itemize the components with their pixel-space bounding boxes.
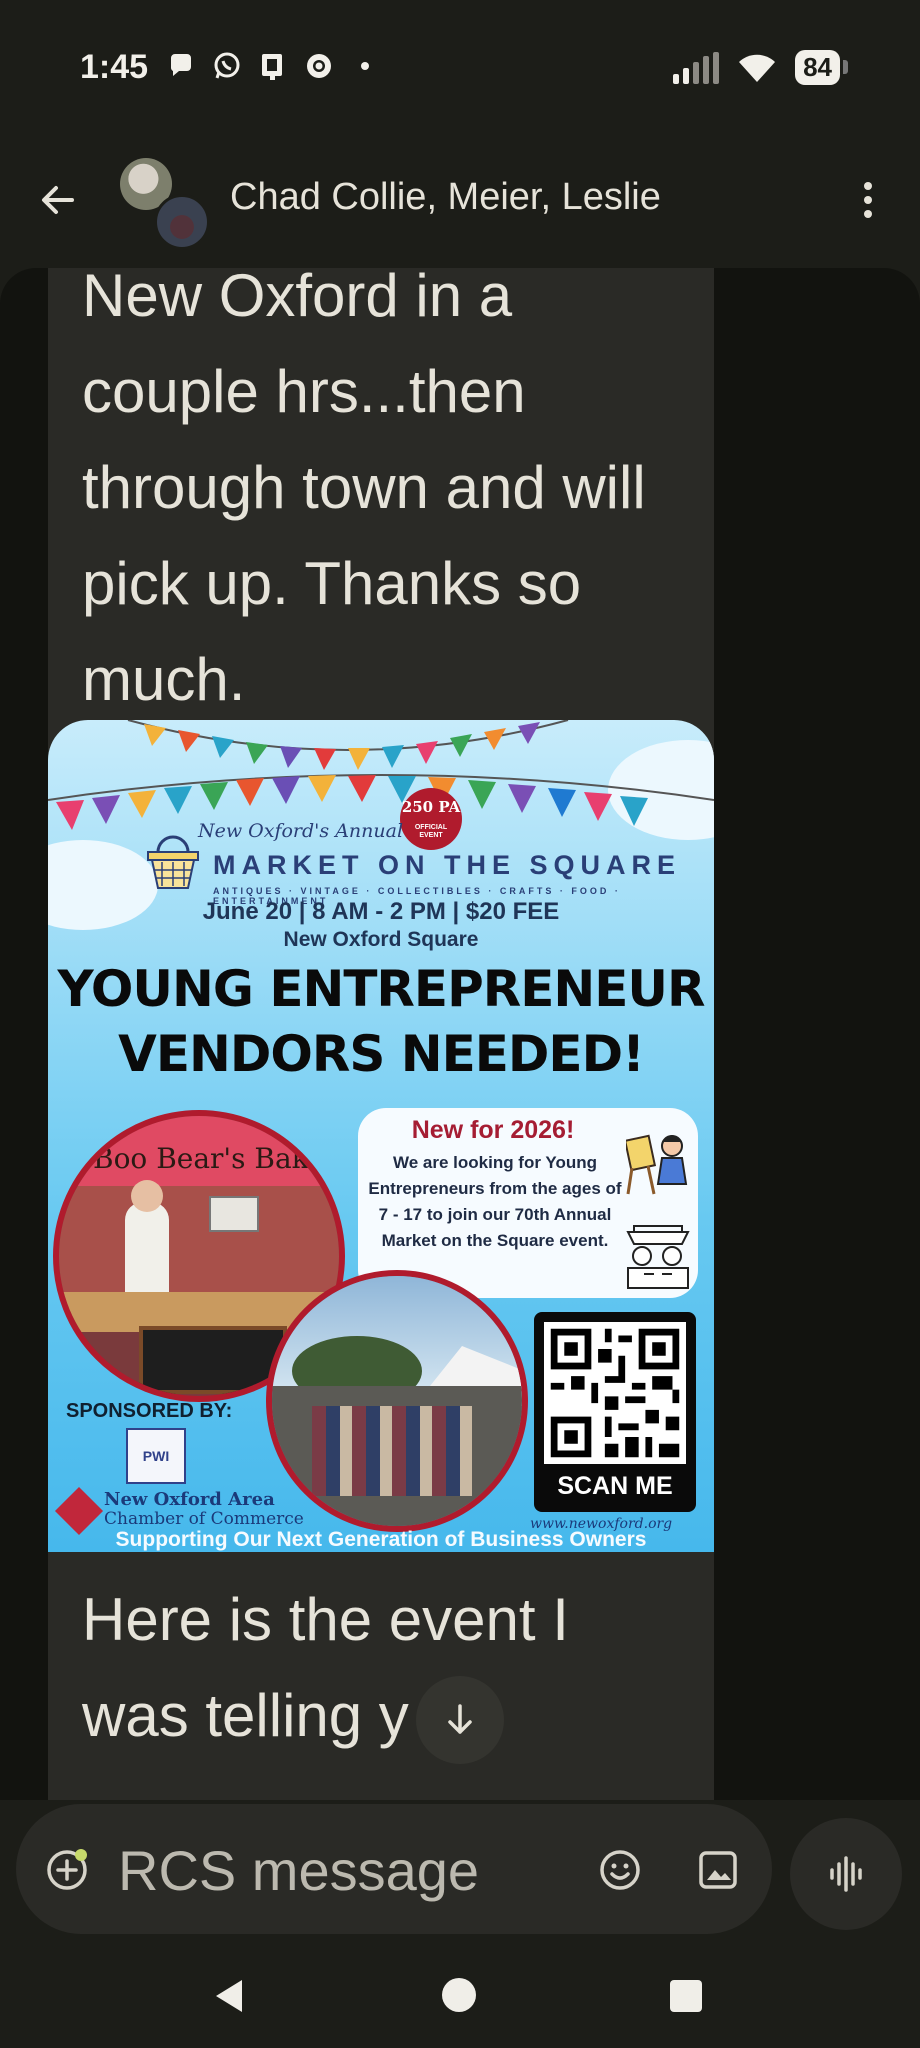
sponsored-by-label: SPONSORED BY: bbox=[66, 1400, 233, 1422]
nav-recents-icon[interactable] bbox=[670, 1980, 702, 2012]
flyer-annual-text: New Oxford's Annual bbox=[198, 820, 404, 842]
badge-subtext: OFFICIAL EVENT bbox=[414, 824, 448, 839]
chamber-name: New Oxford Area Chamber of Commerce bbox=[104, 1490, 304, 1529]
more-vert-icon bbox=[864, 182, 872, 218]
image-icon bbox=[699, 1851, 737, 1889]
flyer-headline: YOUNG ENTREPRENEUR bbox=[57, 960, 706, 1018]
flyer-market-title: MARKET ON THE SQUARE bbox=[213, 850, 682, 880]
new-for-2026-box: New for 2026! We are looking for Young E… bbox=[358, 1108, 698, 1298]
chamber-line-2: Chamber of Commerce bbox=[104, 1509, 304, 1529]
conversation-header: Chad Collie, Meier, Leslie bbox=[0, 130, 920, 270]
painter-kid-icon bbox=[626, 1134, 688, 1195]
flyer-location: New Oxford Square bbox=[283, 928, 479, 951]
conversation-title[interactable]: Chad Collie, Meier, Leslie bbox=[230, 176, 661, 219]
signal-icon bbox=[673, 51, 720, 84]
new-body: We are looking for Young Entrepreneurs f… bbox=[368, 1153, 622, 1250]
message-text: Here is the event I was telling y bbox=[82, 1586, 569, 1749]
event-flyer-image: 250 PA OFFICIAL EVENT New Oxford's Annua… bbox=[48, 720, 714, 1552]
attach-button[interactable] bbox=[44, 1846, 90, 1892]
waveform-icon bbox=[830, 1856, 862, 1892]
battery-icon: 84 bbox=[795, 50, 848, 85]
new-title: New for 2026! bbox=[411, 1116, 575, 1144]
wifi-icon bbox=[739, 54, 776, 82]
booth-sign: Boo Bear's Bake bbox=[93, 1142, 326, 1175]
chamber-line-1: New Oxford Area bbox=[104, 1489, 275, 1510]
arrow-down-icon bbox=[448, 1704, 472, 1734]
message-bubble[interactable]: Here is the event I was telling y bbox=[48, 1552, 714, 1800]
back-button[interactable] bbox=[36, 178, 80, 222]
kids-lemonade-stand-icon bbox=[626, 1225, 690, 1289]
system-navigation-bar bbox=[0, 1948, 920, 2048]
message-text: New Oxford in a couple hrs...then throug… bbox=[82, 268, 646, 713]
avatar bbox=[154, 194, 210, 250]
add-circle-icon bbox=[47, 1849, 87, 1890]
image-attachment[interactable]: 250 PA OFFICIAL EVENT New Oxford's Annua… bbox=[48, 720, 714, 1552]
emoji-icon bbox=[600, 1850, 640, 1890]
compose-bar bbox=[16, 1804, 772, 1934]
status-bar: 1:45 84 bbox=[0, 0, 920, 130]
tablet-notification-icon bbox=[257, 50, 289, 82]
group-avatar[interactable] bbox=[120, 158, 210, 250]
flyer-headline: VENDORS NEEDED! bbox=[118, 1025, 645, 1083]
more-options-button[interactable] bbox=[856, 180, 880, 220]
arrow-back-icon bbox=[42, 186, 74, 214]
system-status: 84 bbox=[673, 50, 848, 85]
badge-text: 250 PA bbox=[401, 798, 461, 816]
pa250-badge: 250 PA OFFICIAL EVENT bbox=[400, 788, 462, 850]
whatsapp-icon bbox=[211, 50, 243, 82]
scroll-to-bottom-button[interactable] bbox=[416, 1676, 504, 1764]
market-crowd-photo bbox=[266, 1270, 528, 1532]
status-time: 1:45 bbox=[80, 48, 149, 86]
chat-bubble-icon bbox=[165, 50, 197, 82]
voice-message-button[interactable] bbox=[790, 1818, 902, 1930]
nav-home-icon[interactable] bbox=[442, 1978, 476, 2012]
market-basket-icon bbox=[147, 835, 199, 889]
message-list[interactable]: New Oxford in a couple hrs...then throug… bbox=[0, 268, 920, 1800]
chrome-icon bbox=[303, 50, 335, 82]
flyer-date: June 20 | 8 AM - 2 PM | $20 FEE bbox=[202, 898, 560, 925]
qr-code-pattern bbox=[544, 1322, 686, 1464]
flyer-footer: Supporting Our Next Generation of Busine… bbox=[115, 1528, 647, 1551]
nav-back-icon[interactable] bbox=[212, 1978, 246, 2014]
notification-icons bbox=[165, 50, 381, 82]
emoji-button[interactable] bbox=[598, 1848, 642, 1892]
qr-icon bbox=[544, 1322, 686, 1464]
dot-icon bbox=[349, 50, 381, 82]
message-input[interactable] bbox=[116, 1834, 540, 1906]
qr-code: SCAN ME bbox=[534, 1312, 696, 1512]
sponsor-logo: PWI bbox=[126, 1428, 186, 1484]
scan-me-label: SCAN ME bbox=[557, 1472, 673, 1500]
gallery-button[interactable] bbox=[698, 1850, 738, 1890]
